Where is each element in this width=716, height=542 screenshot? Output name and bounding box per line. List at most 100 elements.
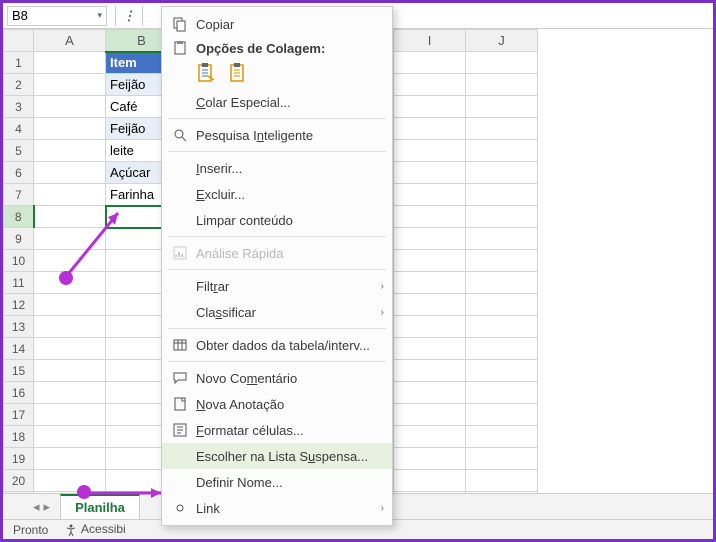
cell[interactable] — [466, 184, 538, 206]
name-box-input[interactable] — [12, 8, 72, 23]
cell[interactable] — [466, 250, 538, 272]
cell[interactable] — [34, 250, 106, 272]
select-all-corner[interactable] — [4, 30, 34, 52]
cell[interactable] — [394, 228, 466, 250]
cell[interactable] — [466, 448, 538, 470]
cell[interactable] — [466, 404, 538, 426]
cell[interactable] — [466, 228, 538, 250]
row-header[interactable]: 16 — [4, 382, 34, 404]
menu-new-comment[interactable]: Novo Comentário — [162, 365, 392, 391]
cell[interactable] — [34, 206, 106, 228]
cell[interactable] — [466, 338, 538, 360]
next-sheet-button[interactable]: ▸ — [44, 499, 51, 515]
col-header[interactable]: I — [394, 30, 466, 52]
cell[interactable] — [34, 426, 106, 448]
cell[interactable] — [34, 96, 106, 118]
cell[interactable] — [394, 382, 466, 404]
cell[interactable] — [34, 140, 106, 162]
cell[interactable] — [34, 338, 106, 360]
cell[interactable] — [394, 250, 466, 272]
menu-insert[interactable]: Inserir... — [162, 155, 392, 181]
cell[interactable] — [466, 96, 538, 118]
cell[interactable] — [466, 140, 538, 162]
cell[interactable] — [34, 360, 106, 382]
cell[interactable] — [394, 184, 466, 206]
col-header[interactable]: J — [466, 30, 538, 52]
cell[interactable] — [466, 426, 538, 448]
row-header[interactable]: 8 — [4, 206, 34, 228]
cell[interactable] — [394, 426, 466, 448]
cell[interactable] — [34, 184, 106, 206]
cell[interactable] — [394, 162, 466, 184]
menu-link[interactable]: Link› — [162, 495, 392, 521]
col-header[interactable]: A — [34, 30, 106, 52]
prev-sheet-button[interactable]: ◂ — [33, 499, 40, 515]
menu-get-data[interactable]: Obter dados da tabela/interv... — [162, 332, 392, 358]
row-header[interactable]: 13 — [4, 316, 34, 338]
menu-define-name[interactable]: Definir Nome... — [162, 469, 392, 495]
cell[interactable] — [466, 316, 538, 338]
cell[interactable] — [34, 162, 106, 184]
menu-new-note[interactable]: Nova Anotação — [162, 391, 392, 417]
cell[interactable] — [394, 294, 466, 316]
paste-option-default[interactable] — [196, 62, 218, 87]
row-header[interactable]: 11 — [4, 272, 34, 294]
cell[interactable] — [394, 206, 466, 228]
cell[interactable] — [394, 338, 466, 360]
accessibility-check[interactable]: Acessibi — [64, 522, 125, 537]
menu-sort[interactable]: Classificar› — [162, 299, 392, 325]
menu-clear[interactable]: Limpar conteúdo — [162, 207, 392, 233]
menu-copy[interactable]: Copiar — [162, 11, 392, 37]
cell[interactable] — [394, 96, 466, 118]
row-header[interactable]: 20 — [4, 470, 34, 492]
row-header[interactable]: 4 — [4, 118, 34, 140]
menu-format-cells[interactable]: Formatar células... — [162, 417, 392, 443]
cell[interactable] — [394, 448, 466, 470]
cell[interactable] — [34, 294, 106, 316]
fx-button[interactable]: ⋮ — [120, 7, 138, 25]
menu-paste-special[interactable]: Colar Especial... — [162, 89, 392, 115]
cell[interactable] — [394, 316, 466, 338]
row-header[interactable]: 5 — [4, 140, 34, 162]
sheet-tab-active[interactable]: Planilha — [60, 494, 140, 519]
row-header[interactable]: 17 — [4, 404, 34, 426]
row-header[interactable]: 7 — [4, 184, 34, 206]
row-header[interactable]: 10 — [4, 250, 34, 272]
cell[interactable] — [466, 382, 538, 404]
cell[interactable] — [466, 74, 538, 96]
row-header[interactable]: 3 — [4, 96, 34, 118]
cell[interactable] — [466, 294, 538, 316]
cell[interactable] — [466, 360, 538, 382]
cell[interactable] — [394, 470, 466, 492]
cell[interactable] — [34, 74, 106, 96]
cell[interactable] — [34, 228, 106, 250]
row-header[interactable]: 1 — [4, 52, 34, 74]
row-header[interactable]: 19 — [4, 448, 34, 470]
cell[interactable] — [394, 404, 466, 426]
cell[interactable] — [394, 118, 466, 140]
row-header[interactable]: 9 — [4, 228, 34, 250]
cell[interactable] — [34, 52, 106, 74]
cell[interactable] — [466, 272, 538, 294]
cell[interactable] — [466, 470, 538, 492]
menu-delete[interactable]: Excluir... — [162, 181, 392, 207]
cell[interactable] — [466, 118, 538, 140]
cell[interactable] — [394, 272, 466, 294]
cell[interactable] — [394, 52, 466, 74]
cell[interactable] — [34, 448, 106, 470]
cell[interactable] — [394, 140, 466, 162]
cell[interactable] — [34, 382, 106, 404]
cell[interactable] — [34, 316, 106, 338]
row-header[interactable]: 14 — [4, 338, 34, 360]
menu-filter[interactable]: Filtrar› — [162, 273, 392, 299]
cell[interactable] — [466, 206, 538, 228]
menu-pick-from-list[interactable]: Escolher na Lista Suspensa... — [162, 443, 392, 469]
name-box[interactable]: ▾ — [7, 6, 107, 26]
cell[interactable] — [34, 118, 106, 140]
cell[interactable] — [34, 404, 106, 426]
row-header[interactable]: 18 — [4, 426, 34, 448]
menu-smart-lookup[interactable]: Pesquisa Inteligente — [162, 122, 392, 148]
cell[interactable] — [466, 162, 538, 184]
paste-option-values[interactable] — [228, 62, 250, 87]
row-header[interactable]: 2 — [4, 74, 34, 96]
